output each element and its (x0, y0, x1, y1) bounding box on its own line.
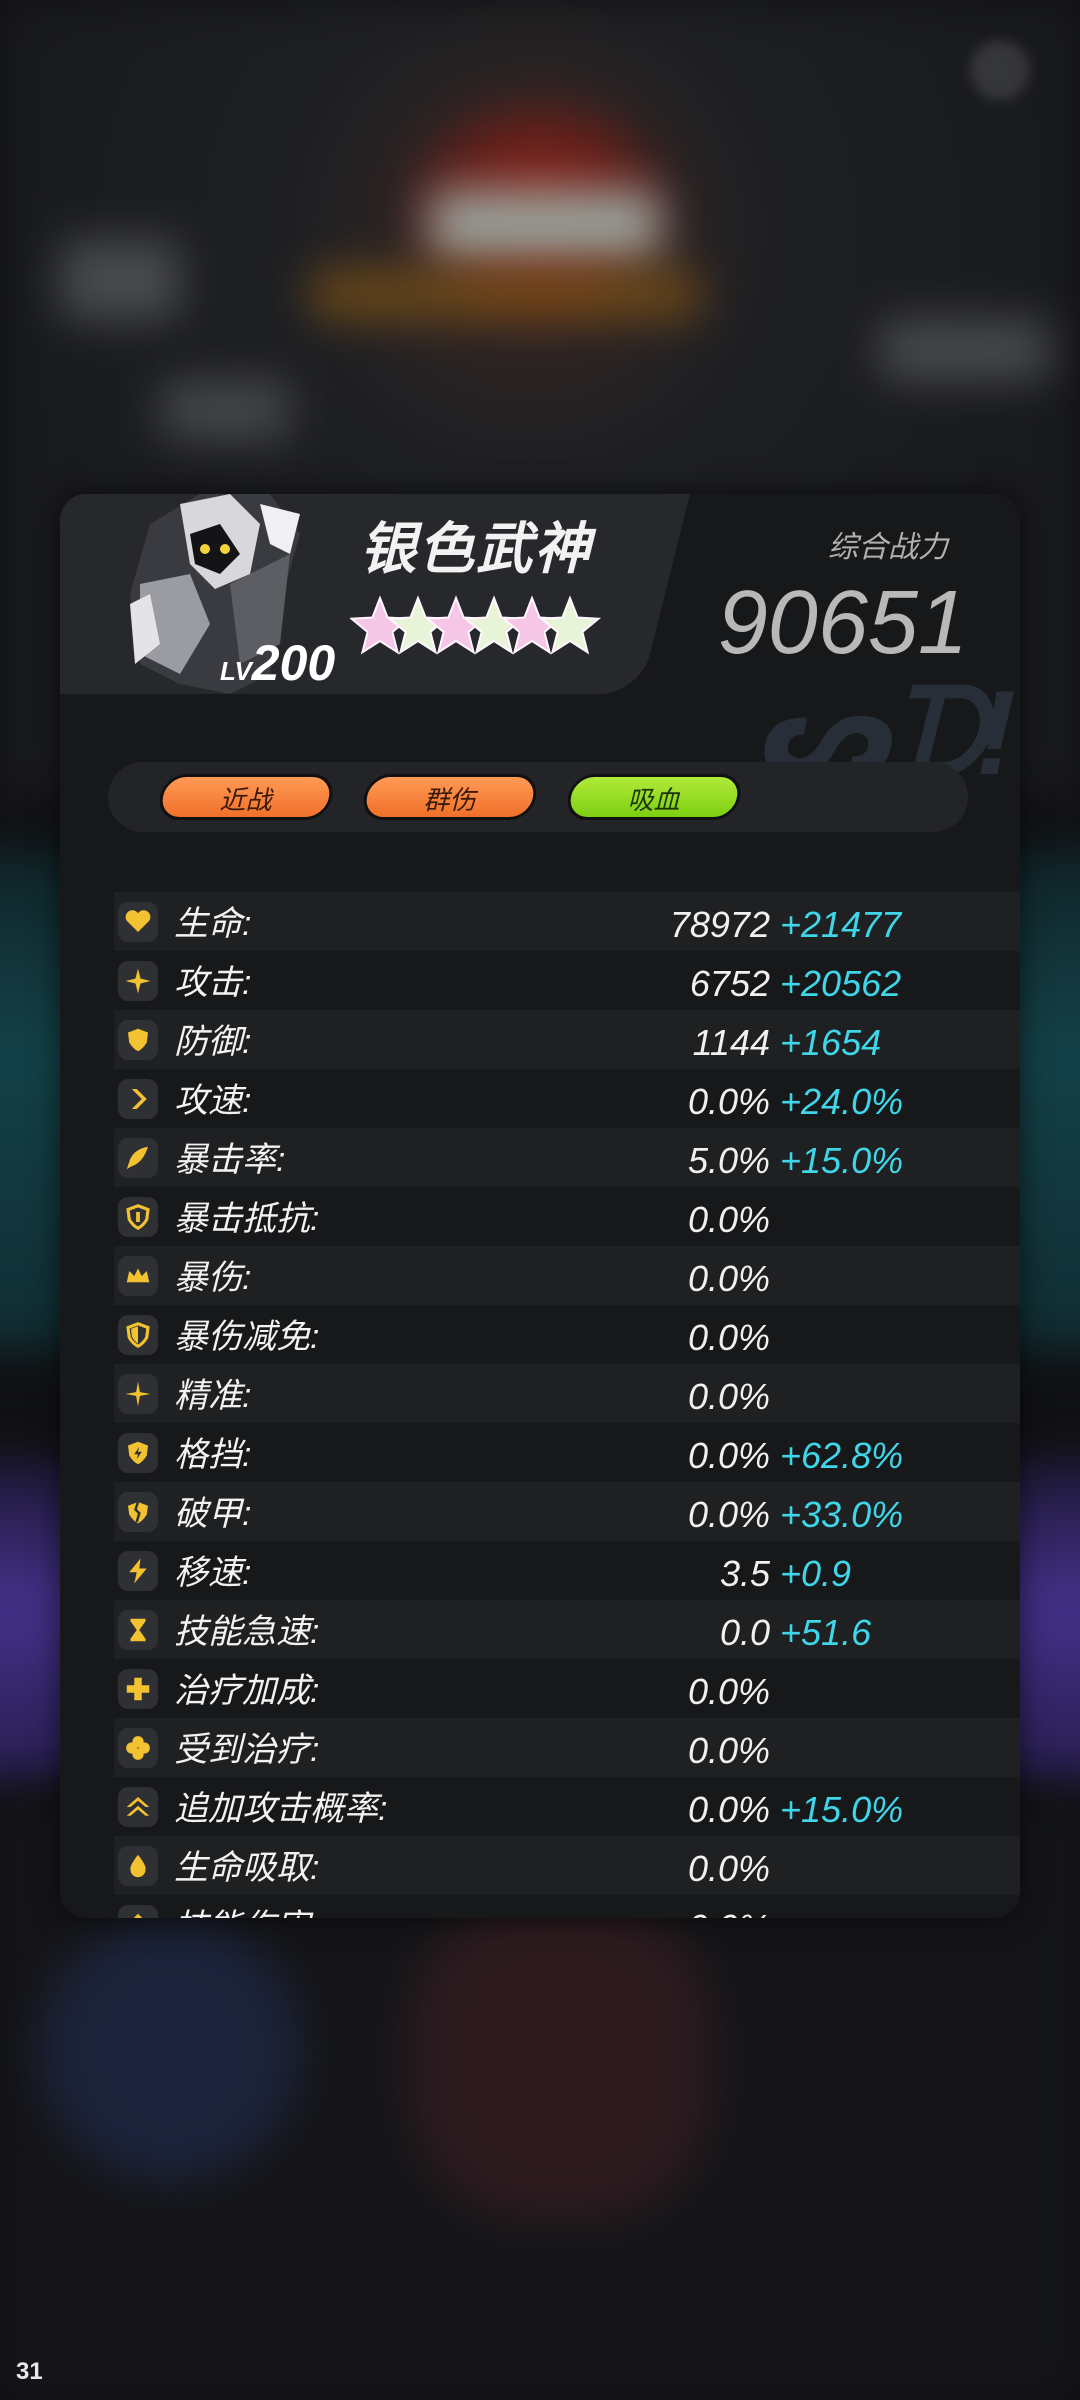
crown-icon (118, 1256, 158, 1296)
stat-name: 追加攻击概率: (174, 1790, 388, 1828)
stat-name: 破甲: (174, 1495, 252, 1533)
stat-row: 暴伤减免: 0.0% (114, 1305, 1020, 1364)
stat-name: 暴伤: (174, 1259, 252, 1297)
stat-value: 0.0% (687, 1376, 770, 1417)
lightning-icon (118, 1551, 158, 1591)
star-rating (350, 595, 602, 655)
sparkle-icon (118, 961, 158, 1001)
stat-row: 精准: 0.0% (114, 1364, 1020, 1423)
stat-name: 生命: (174, 905, 252, 943)
stat-value: 0.0% (687, 1435, 770, 1476)
stat-value: 0.0% (687, 1494, 770, 1535)
stat-bonus: +51.6 (780, 1612, 872, 1653)
stat-row: 格挡: 0.0% +62.8% (114, 1423, 1020, 1482)
double-chevron-up-icon (118, 1787, 158, 1827)
heart-icon (118, 902, 158, 942)
stat-value: 0.0 (719, 1612, 770, 1653)
stat-bonus: +1654 (780, 1022, 882, 1063)
level-prefix: LV (220, 656, 252, 686)
close-button[interactable] (970, 40, 1030, 100)
stat-value: 3.5 (719, 1553, 770, 1594)
stat-name: 格挡: (174, 1436, 252, 1474)
stat-name: 攻击: (174, 964, 252, 1002)
stat-row: 暴击率: 5.0% +15.0% (114, 1128, 1020, 1187)
stat-value: 0.0% (687, 1317, 770, 1358)
stat-row: 治疗加成: 0.0% (114, 1659, 1020, 1718)
stat-name: 技能伤害: (174, 1899, 319, 1918)
power-value: 90651 (717, 573, 968, 673)
stat-bonus: +15.0% (780, 1140, 904, 1181)
chevron-icon (118, 1079, 158, 1119)
stat-row: 受到治疗: 0.0% (114, 1718, 1020, 1777)
stats-panel: ᔕᗪ! 银色武神 LV200 综合战力 90651 近战 群伤 吸血 生命: 78… (60, 494, 1020, 1918)
stat-name: 防御: (174, 1023, 252, 1061)
shield-outline-icon (118, 1197, 158, 1237)
plus-icon (118, 1669, 158, 1709)
stat-name: 精准: (174, 1377, 252, 1415)
stat-bonus: +21477 (780, 904, 902, 945)
stat-name: 治疗加成: (174, 1672, 320, 1710)
stat-value: 6752 (689, 963, 770, 1004)
stats-list[interactable]: 生命: 78972 +21477 攻击: 6752 +20562 防御: 1144 +1654 攻… (114, 892, 1020, 1918)
stat-value: 78972 (669, 904, 770, 945)
stat-name: 生命吸取: (174, 1849, 320, 1887)
stat-row: 攻击: 6752 +20562 (114, 951, 1020, 1010)
stat-row: 生命: 78972 +21477 (114, 892, 1020, 951)
stat-value: 0.0% (687, 1199, 770, 1240)
stat-row: 暴击抵抗: 0.0% (114, 1187, 1020, 1246)
tag-bar: 近战 群伤 吸血 (108, 762, 968, 832)
star-icon (538, 595, 602, 655)
stat-value: 0.0% (687, 1258, 770, 1299)
stat-value: 0.0% (687, 1789, 770, 1830)
stat-row: 破甲: 0.0% +33.0% (114, 1482, 1020, 1541)
crosshair-icon (118, 1374, 158, 1414)
character-name: 银色武神 (360, 517, 592, 580)
stat-value: 1144 (692, 1022, 770, 1063)
stat-bonus: +24.0% (780, 1081, 904, 1122)
character-level: LV200 (220, 634, 335, 692)
stat-bonus: +33.0% (780, 1494, 904, 1535)
stat-bonus: +15.0% (780, 1789, 904, 1830)
stat-name: 暴伤减免: (174, 1318, 320, 1356)
stat-value: 5.0% (687, 1140, 770, 1181)
shield-half-icon (118, 1315, 158, 1355)
power-label: 综合战力 (828, 531, 948, 564)
clover-icon (118, 1728, 158, 1768)
stat-name: 暴击率: (174, 1141, 286, 1179)
stat-value: 0.0% (687, 1671, 770, 1712)
block-shield-icon (118, 1433, 158, 1473)
stat-name: 移速: (174, 1554, 252, 1592)
stat-row: 技能急速: 0.0 +51.6 (114, 1600, 1020, 1659)
stat-row: 追加攻击概率: 0.0% +15.0% (114, 1777, 1020, 1836)
stat-value: 0.0% (687, 1848, 770, 1889)
shield-icon (118, 1020, 158, 1060)
stat-bonus: +20562 (780, 963, 902, 1004)
stat-row: 防御: 1144 +1654 (114, 1010, 1020, 1069)
stat-value: 0.0% (687, 1081, 770, 1122)
page-number: 31 (16, 2358, 43, 2385)
skill-damage-icon (118, 1905, 158, 1918)
stat-row: 技能伤害: 0.0% (114, 1895, 1020, 1918)
stat-value: 0.0% (688, 1907, 770, 1918)
feather-icon (118, 1138, 158, 1178)
level-value: 200 (251, 635, 336, 691)
hourglass-icon (118, 1610, 158, 1650)
stat-row: 攻速: 0.0% +24.0% (114, 1069, 1020, 1128)
stat-row: 暴伤: 0.0% (114, 1246, 1020, 1305)
stat-name: 攻速: (174, 1082, 252, 1120)
stat-name: 受到治疗: (174, 1731, 320, 1769)
stat-bonus: +62.8% (780, 1435, 904, 1476)
stat-row: 移速: 3.5 +0.9 (114, 1541, 1020, 1600)
stat-bonus: +0.9 (780, 1553, 852, 1594)
stat-value: 0.0% (687, 1730, 770, 1771)
stat-name: 暴击抵抗: (174, 1200, 320, 1238)
tag-aoe: 群伤 (359, 774, 541, 820)
drop-icon (118, 1846, 158, 1886)
tag-melee: 近战 (155, 774, 337, 820)
stat-name: 技能急速: (174, 1613, 320, 1651)
armor-break-icon (118, 1492, 158, 1532)
stat-row: 生命吸取: 0.0% (114, 1836, 1020, 1895)
tag-lifesteal: 吸血 (563, 774, 745, 820)
